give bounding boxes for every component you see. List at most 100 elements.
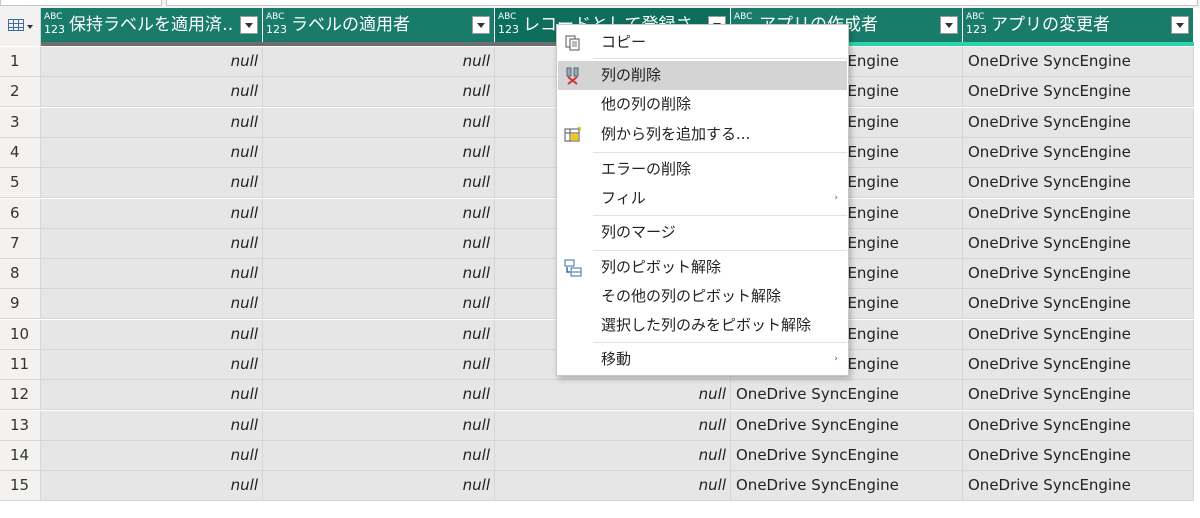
- row-number[interactable]: 5: [0, 168, 41, 199]
- table-cell[interactable]: null: [41, 350, 263, 380]
- table-cell[interactable]: OneDrive SyncEngine: [963, 198, 1194, 229]
- table-cell[interactable]: OneDrive SyncEngine: [963, 47, 1194, 77]
- row-number[interactable]: 14: [0, 440, 41, 471]
- table-cell[interactable]: OneDrive SyncEngine: [963, 228, 1194, 259]
- table-cell[interactable]: null: [263, 440, 495, 471]
- table-cell[interactable]: null: [41, 198, 263, 229]
- table-cell[interactable]: OneDrive SyncEngine: [731, 471, 963, 502]
- row-number[interactable]: 2: [0, 77, 41, 108]
- data-type-icon[interactable]: ABC 123: [44, 12, 66, 38]
- data-type-icon[interactable]: ABC 123: [498, 12, 520, 38]
- unpivot-icon: [564, 258, 582, 277]
- menu-item-label: 移動: [601, 350, 632, 368]
- row-number[interactable]: 9: [0, 289, 41, 320]
- table-menu-button[interactable]: [0, 8, 41, 46]
- menu-item-label: 列の削除: [601, 66, 662, 84]
- menu-item-2[interactable]: 列の削除: [558, 61, 847, 90]
- table-cell[interactable]: OneDrive SyncEngine: [731, 440, 963, 471]
- table-cell[interactable]: null: [495, 471, 731, 502]
- table-cell[interactable]: null: [495, 440, 731, 471]
- row-number[interactable]: 3: [0, 107, 41, 138]
- row-number[interactable]: 12: [0, 380, 41, 411]
- menu-item-8[interactable]: 列のピボット解除: [558, 253, 847, 282]
- table-cell[interactable]: OneDrive SyncEngine: [963, 107, 1194, 138]
- table-cell[interactable]: null: [41, 137, 263, 168]
- row-number[interactable]: 11: [0, 350, 41, 380]
- table-cell[interactable]: null: [41, 107, 263, 138]
- table-cell[interactable]: null: [41, 228, 263, 259]
- row-number[interactable]: 10: [0, 319, 41, 350]
- filter-dropdown-button[interactable]: [940, 16, 958, 34]
- table-cell[interactable]: null: [41, 77, 263, 108]
- menu-item-11[interactable]: 移動 ›: [558, 345, 847, 374]
- table-cell[interactable]: null: [263, 137, 495, 168]
- filter-dropdown-button[interactable]: [472, 16, 490, 34]
- table-cell[interactable]: null: [263, 228, 495, 259]
- table-cell[interactable]: null: [263, 350, 495, 380]
- table-cell[interactable]: null: [41, 47, 263, 77]
- row-number[interactable]: 7: [0, 228, 41, 259]
- table-cell[interactable]: OneDrive SyncEngine: [963, 137, 1194, 168]
- table-cell[interactable]: null: [495, 410, 731, 441]
- menu-item-6[interactable]: フィル ›: [558, 184, 847, 213]
- table-cell[interactable]: null: [41, 440, 263, 471]
- table-cell[interactable]: OneDrive SyncEngine: [963, 440, 1194, 471]
- table-cell[interactable]: null: [495, 380, 731, 411]
- table-cell[interactable]: null: [41, 168, 263, 199]
- table-cell[interactable]: OneDrive SyncEngine: [963, 289, 1194, 320]
- menu-item-5[interactable]: エラーの削除: [558, 155, 847, 184]
- table-cell[interactable]: null: [263, 107, 495, 138]
- row-number[interactable]: 15: [0, 471, 41, 502]
- row-number[interactable]: 1: [0, 47, 41, 77]
- table-cell[interactable]: null: [263, 259, 495, 290]
- row-number[interactable]: 13: [0, 410, 41, 441]
- table-cell[interactable]: OneDrive SyncEngine: [963, 471, 1194, 502]
- menu-item-3[interactable]: 他の列の削除: [558, 90, 847, 119]
- table-cell[interactable]: OneDrive SyncEngine: [963, 410, 1194, 441]
- data-type-icon[interactable]: ABC 123: [966, 12, 988, 38]
- data-type-icon[interactable]: ABC 123: [266, 12, 288, 38]
- table-cell[interactable]: null: [263, 380, 495, 411]
- table-cell[interactable]: OneDrive SyncEngine: [963, 319, 1194, 350]
- table-cell[interactable]: null: [263, 168, 495, 199]
- table-cell[interactable]: null: [263, 47, 495, 77]
- table-cell[interactable]: null: [263, 410, 495, 441]
- table-cell[interactable]: null: [263, 77, 495, 108]
- table-cell[interactable]: null: [41, 259, 263, 290]
- menu-item-4[interactable]: 例から列を追加する...: [558, 120, 847, 149]
- table-cell[interactable]: null: [41, 471, 263, 502]
- table-cell[interactable]: null: [263, 319, 495, 350]
- table-cell[interactable]: OneDrive SyncEngine: [731, 410, 963, 441]
- menu-item-10[interactable]: 選択した列のみをピボット解除: [558, 311, 847, 340]
- menu-item-7[interactable]: 列のマージ: [558, 218, 847, 247]
- table-cell[interactable]: null: [41, 380, 263, 411]
- formula-bar[interactable]: [166, 0, 1198, 6]
- table-cell[interactable]: OneDrive SyncEngine: [963, 77, 1194, 108]
- table-cell[interactable]: OneDrive SyncEngine: [963, 259, 1194, 290]
- column-header-5[interactable]: ABC 123 アプリの変更者: [963, 8, 1194, 42]
- filter-dropdown-button[interactable]: [240, 16, 258, 34]
- filter-dropdown-button[interactable]: [1171, 16, 1189, 34]
- table-cell[interactable]: OneDrive SyncEngine: [963, 380, 1194, 411]
- table-cell[interactable]: OneDrive SyncEngine: [963, 350, 1194, 380]
- menu-separator: [593, 152, 847, 153]
- menu-item-label: その他の列のピボット解除: [601, 287, 782, 305]
- type-label-bottom: 123: [498, 23, 519, 36]
- table-cell[interactable]: null: [41, 410, 263, 441]
- menu-item-9[interactable]: その他の列のピボット解除: [558, 282, 847, 311]
- table-cell[interactable]: null: [41, 319, 263, 350]
- column-header-1[interactable]: ABC 123 保持ラベルを適用済…: [41, 8, 263, 42]
- table-cell[interactable]: null: [263, 198, 495, 229]
- row-number[interactable]: 4: [0, 137, 41, 168]
- menu-item-1[interactable]: コピー: [558, 28, 847, 57]
- table-cell[interactable]: OneDrive SyncEngine: [963, 168, 1194, 199]
- row-number[interactable]: 6: [0, 198, 41, 229]
- row-number[interactable]: 8: [0, 259, 41, 290]
- column-header-2[interactable]: ABC 123 ラベルの適用者: [263, 8, 495, 42]
- table-cell[interactable]: null: [263, 471, 495, 502]
- menu-separator: [593, 58, 847, 59]
- table-cell[interactable]: null: [263, 289, 495, 320]
- table-cell[interactable]: null: [41, 289, 263, 320]
- table-cell[interactable]: OneDrive SyncEngine: [731, 380, 963, 411]
- submenu-arrow-icon: ›: [834, 193, 838, 203]
